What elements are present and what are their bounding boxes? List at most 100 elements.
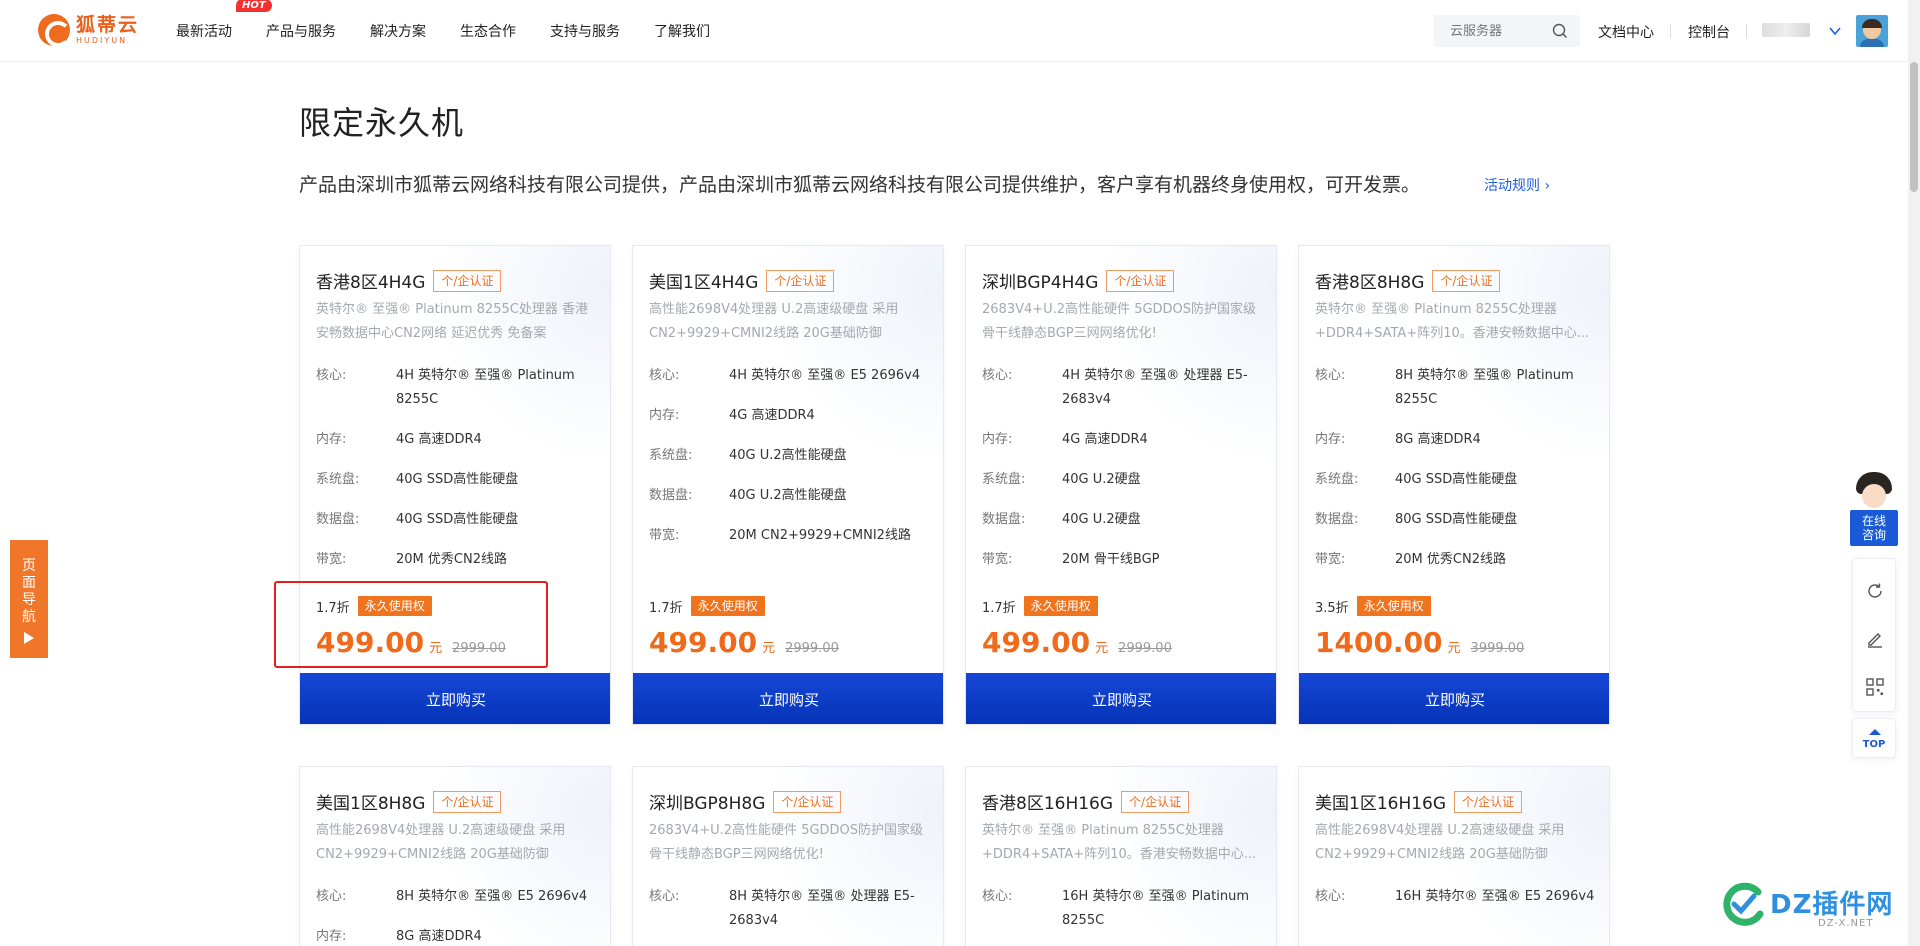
- cert-tag: 个/企认证: [1106, 269, 1175, 292]
- console-link[interactable]: 控制台: [1688, 22, 1730, 42]
- spec-row: 系统盘: 40G U.2高性能硬盘: [649, 448, 847, 463]
- product-name: 美国1区8H8G: [316, 794, 426, 814]
- product-description: 2683V4+U.2高性能硬件 5GDDOS防护国家级骨干线静态BGP三网网络优…: [982, 302, 1257, 341]
- price: 499.00: [649, 626, 758, 659]
- page-scrollbar[interactable]: [1908, 0, 1920, 946]
- product-description: 英特尔® 至强® Platinum 8255C处理器 +DDR4+SATA+阵列…: [982, 823, 1257, 862]
- cert-tag: 个/企认证: [433, 269, 502, 292]
- product-description: 高性能2698V4处理器 U.2高速级硬盘 采用CN2+9929+CMNI2线路…: [316, 823, 566, 862]
- side-toolbar: [1852, 558, 1896, 712]
- product-name: 深圳BGP8H8G: [649, 794, 766, 814]
- back-to-top-button[interactable]: TOP: [1852, 718, 1896, 758]
- spec-row: 内存: 4G 高速DDR4: [982, 432, 1148, 447]
- cert-tag: 个/企认证: [766, 269, 835, 292]
- page-nav-tab[interactable]: 页 面 导 航: [10, 540, 48, 658]
- product-description: 高性能2698V4处理器 U.2高速级硬盘 采用CN2+9929+CMNI2线路…: [1315, 823, 1565, 862]
- cert-tag: 个/企认证: [1121, 790, 1190, 813]
- watermark-logo-icon: [1723, 882, 1764, 926]
- search-input[interactable]: [1450, 23, 1546, 39]
- product-card: 深圳BGP4H4G 个/企认证 2683V4+U.2高性能硬件 5GDDOS防护…: [965, 245, 1277, 725]
- spec-row: 核心: 4H 英特尔® 至强® 处理器 E5-2683v4: [982, 368, 1248, 407]
- page-description: 产品由深圳市狐蒂云网络科技有限公司提供，产品由深圳市狐蒂云网络科技有限公司提供维…: [299, 174, 1421, 196]
- spec-row: 数据盘: 40G SSD高性能硬盘: [316, 512, 519, 527]
- product-card: 香港8区16H16G 个/企认证 英特尔® 至强® Platinum 8255C…: [965, 766, 1277, 946]
- price: 1400.00: [1315, 626, 1443, 659]
- product-description: 英特尔® 至强® Platinum 8255C处理器 香港安畅数据中心CN2网络…: [316, 302, 588, 341]
- product-name: 香港8区4H4G: [316, 273, 426, 293]
- search-icon[interactable]: [1552, 23, 1568, 39]
- online-consult-button[interactable]: 在线 咨询: [1850, 472, 1898, 548]
- chevron-down-icon[interactable]: [1828, 24, 1842, 38]
- nav-item-about[interactable]: 了解我们: [654, 21, 710, 41]
- spec-row: 内存: 8G 高速DDR4: [1315, 432, 1481, 447]
- site-logo[interactable]: 狐蒂云 HUDIYUN: [38, 13, 140, 47]
- edit-icon[interactable]: [1865, 629, 1885, 649]
- price: 499.00: [982, 626, 1091, 659]
- spec-row: 核心: 4H 英特尔® 至强® Platinum 8255C: [316, 368, 575, 407]
- header-divider: [1670, 24, 1671, 38]
- spec-row: 系统盘: 40G SSD高性能硬盘: [316, 472, 519, 487]
- buy-now-button[interactable]: 立即购买: [966, 673, 1276, 724]
- product-name: 美国1区4H4G: [649, 273, 759, 293]
- nav-item-products[interactable]: 产品与服务: [266, 21, 336, 41]
- product-name: 香港8区16H16G: [982, 794, 1114, 814]
- page-title: 限定永久机: [299, 104, 465, 142]
- buy-now-button[interactable]: 立即购买: [1299, 673, 1609, 724]
- product-name: 深圳BGP4H4G: [982, 273, 1099, 293]
- nav-item-ecosystem[interactable]: 生态合作: [460, 21, 516, 41]
- product-card: 深圳BGP8H8G 个/企认证 2683V4+U.2高性能硬件 5GDDOS防护…: [632, 766, 944, 946]
- spec-row: 带宽: 20M 优秀CN2线路: [1315, 552, 1506, 567]
- product-card: 美国1区16H16G 个/企认证 高性能2698V4处理器 U.2高速级硬盘 采…: [1298, 766, 1610, 946]
- nav-item-solutions[interactable]: 解决方案: [370, 21, 426, 41]
- annotation-highlight-box: [274, 581, 548, 668]
- spec-row: 内存: 4G 高速DDR4: [649, 408, 815, 423]
- watermark-subtext: DZ-X.NET: [1818, 918, 1874, 929]
- original-price: 2999.00: [1118, 641, 1172, 656]
- price-unit: 元: [1095, 641, 1109, 656]
- nav-item-activities[interactable]: 最新活动 HOT: [176, 0, 272, 41]
- spec-row: 数据盘: 80G SSD高性能硬盘: [1315, 512, 1518, 527]
- logo-name: 狐蒂云: [76, 13, 140, 36]
- product-card: 美国1区4H4G 个/企认证 高性能2698V4处理器 U.2高速级硬盘 采用C…: [632, 245, 944, 725]
- product-name: 美国1区16H16G: [1315, 794, 1447, 814]
- hot-badge: HOT: [236, 0, 272, 12]
- buy-now-button[interactable]: 立即购买: [300, 673, 610, 724]
- docs-center-link[interactable]: 文档中心: [1598, 22, 1654, 42]
- original-price: 3999.00: [1470, 641, 1525, 656]
- nav-item-support[interactable]: 支持与服务: [550, 21, 620, 41]
- username-blurred[interactable]: [1762, 23, 1810, 37]
- cert-tag: 个/企认证: [1432, 269, 1501, 292]
- buy-now-button[interactable]: 立即购买: [633, 673, 943, 724]
- main-nav: 最新活动 HOT 产品与服务 解决方案 生态合作 支持与服务 了解我们: [176, 0, 744, 62]
- product-description: 2683V4+U.2高性能硬件 5GDDOS防护国家级骨干线静态BGP三网网络优…: [649, 823, 924, 862]
- spec-row: 核心: 8H 英特尔® 至强® Platinum 8255C: [1315, 368, 1574, 407]
- cert-tag: 个/企认证: [773, 790, 842, 813]
- activity-rules-link[interactable]: 活动规则 ›: [1484, 175, 1550, 195]
- spec-row: 带宽: 20M 优秀CN2线路: [316, 552, 507, 567]
- cert-tag: 个/企认证: [1454, 790, 1523, 813]
- discount-label: 1.7折: [982, 600, 1016, 616]
- watermark: DZ插件网 DZ-X.NET: [1718, 874, 1908, 940]
- logo-icon: [38, 14, 71, 47]
- spec-row: 数据盘: 40G U.2硬盘: [982, 512, 1141, 527]
- spec-row: 带宽: 20M CN2+9929+CMNI2线路: [649, 528, 911, 543]
- play-arrow-icon: [24, 632, 34, 644]
- top-header: 狐蒂云 HUDIYUN 最新活动 HOT 产品与服务 解决方案 生态合作 支持与…: [0, 0, 1908, 62]
- product-description: 高性能2698V4处理器 U.2高速级硬盘 采用CN2+9929+CMNI2线路…: [649, 302, 899, 341]
- search-box: [1434, 15, 1580, 47]
- spec-row: 系统盘: 40G SSD高性能硬盘: [1315, 472, 1518, 487]
- spec-row: 核心: 4H 英特尔® 至强® E5 2696v4: [649, 368, 921, 383]
- user-avatar[interactable]: [1856, 15, 1888, 47]
- header-divider: [1746, 24, 1747, 38]
- product-name: 香港8区8H8G: [1315, 273, 1425, 293]
- spec-row: 核心: 8H 英特尔® 至强® E5 2696v4: [316, 889, 588, 904]
- forever-use-tag: 永久使用权: [1023, 596, 1098, 616]
- scrollbar-thumb[interactable]: [1910, 62, 1918, 192]
- logo-subtitle: HUDIYUN: [76, 35, 128, 45]
- refresh-icon[interactable]: [1865, 581, 1885, 601]
- price-unit: 元: [1447, 641, 1461, 656]
- forever-use-tag: 永久使用权: [690, 596, 765, 616]
- qrcode-icon[interactable]: [1865, 677, 1885, 697]
- spec-row: 系统盘: 40G U.2硬盘: [982, 472, 1141, 487]
- original-price: 2999.00: [785, 641, 839, 656]
